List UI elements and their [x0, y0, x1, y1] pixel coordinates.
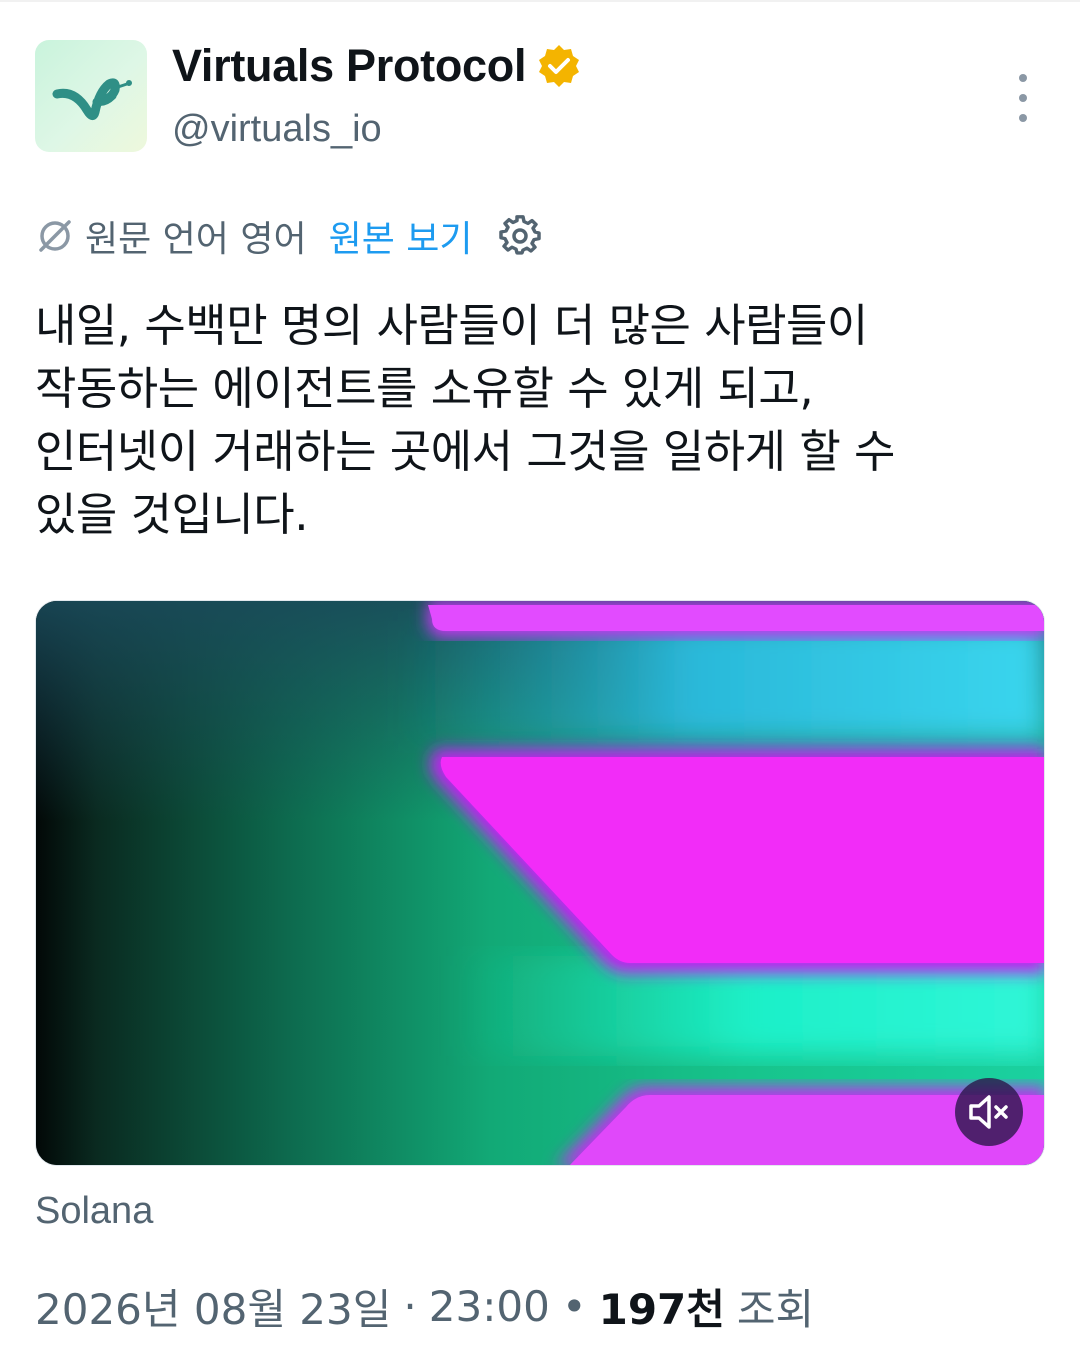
video-player[interactable] [35, 600, 1045, 1166]
source-language-label: 원문 언어 영어 [85, 219, 307, 260]
gear-icon[interactable] [498, 215, 541, 257]
top-divider [0, 0, 1080, 2]
views-label: 조회 [736, 1284, 815, 1334]
author-name-row: Virtuals Protocol [172, 36, 582, 96]
author-handle[interactable]: @virtuals_io [172, 108, 382, 151]
mute-toggle-button[interactable] [955, 1078, 1023, 1146]
tweet-text: 내일, 수백만 명의 사람들이 더 많은 사람들이 작동하는 에이전트를 소유할… [35, 299, 895, 541]
tweet-metadata: 2026년 08월 23일 · 23:00 • 197천 조회 [35, 1276, 814, 1336]
more-options-icon[interactable] [1003, 74, 1043, 122]
speaker-muted-icon [969, 1095, 1008, 1129]
separator-dot: • [561, 1281, 587, 1331]
separator-dot: · [403, 1281, 417, 1331]
display-name[interactable]: Virtuals Protocol [172, 40, 526, 92]
media-caption: Solana [35, 1190, 154, 1232]
translate-icon [39, 220, 71, 252]
verified-badge-icon[interactable] [536, 43, 582, 89]
translation-bar: 원문 언어 영어 원본 보기 [35, 208, 541, 264]
view-original-link[interactable]: 원본 보기 [329, 210, 473, 262]
post-date[interactable]: 2026년 08월 23일 [35, 1276, 391, 1337]
views-count[interactable]: 197천 [599, 1276, 725, 1337]
virtuals-logo-icon [52, 78, 132, 120]
post-time[interactable]: 23:00 [429, 1282, 550, 1331]
video-frame [36, 601, 1044, 1165]
avatar[interactable] [35, 40, 147, 152]
